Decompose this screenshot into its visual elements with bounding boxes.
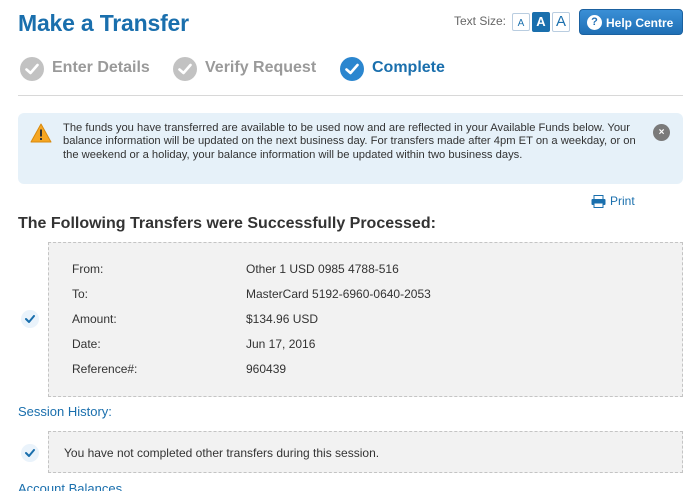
text-size-medium-button[interactable]: A [532, 12, 550, 32]
session-history-box: You have not completed other transfers d… [48, 431, 683, 473]
warning-icon [30, 123, 52, 148]
account-balances-heading: Account Balances [18, 481, 123, 491]
step-label: Verify Request [205, 59, 317, 76]
detail-value: MasterCard 5192-6960-0640-2053 [246, 287, 431, 301]
alert-message: The funds you have transferred are avail… [63, 122, 636, 161]
detail-label: From: [72, 262, 104, 276]
transfers-heading: The Following Transfers were Successfull… [18, 215, 436, 232]
printer-icon [591, 195, 606, 211]
close-icon[interactable]: × [653, 124, 670, 141]
step-check-icon [173, 57, 197, 81]
divider [18, 95, 683, 96]
detail-value: Other 1 USD 0985 4788-516 [246, 262, 399, 276]
info-alert: The funds you have transferred are avail… [18, 113, 683, 184]
session-message: You have not completed other transfers d… [64, 446, 380, 460]
detail-label: Reference#: [72, 362, 138, 376]
step-label: Complete [372, 59, 445, 76]
text-size-label: Text Size: [454, 14, 507, 28]
print-label: Print [610, 194, 635, 208]
text-size-small-button[interactable]: A [512, 13, 530, 31]
step-check-icon [340, 57, 364, 81]
session-history-heading: Session History: [18, 404, 112, 419]
detail-label: To: [72, 287, 89, 301]
step-label: Enter Details [52, 59, 150, 76]
text-size-large-button[interactable]: A [552, 12, 570, 32]
detail-value: 960439 [246, 362, 287, 376]
help-centre-label: Help Centre [606, 16, 674, 30]
checkmark-icon [21, 444, 39, 462]
question-icon: ? [587, 15, 602, 30]
help-centre-button[interactable]: ? Help Centre [579, 9, 683, 35]
detail-label: Amount: [72, 312, 117, 326]
transfer-details: From: Other 1 USD 0985 4788-516 To: Mast… [48, 242, 683, 397]
detail-label: Date: [72, 337, 101, 351]
checkmark-icon [21, 310, 39, 328]
detail-value: Jun 17, 2016 [246, 337, 316, 351]
page-title: Make a Transfer [18, 10, 189, 36]
step-check-icon [20, 57, 44, 81]
detail-value: $134.96 USD [246, 312, 319, 326]
